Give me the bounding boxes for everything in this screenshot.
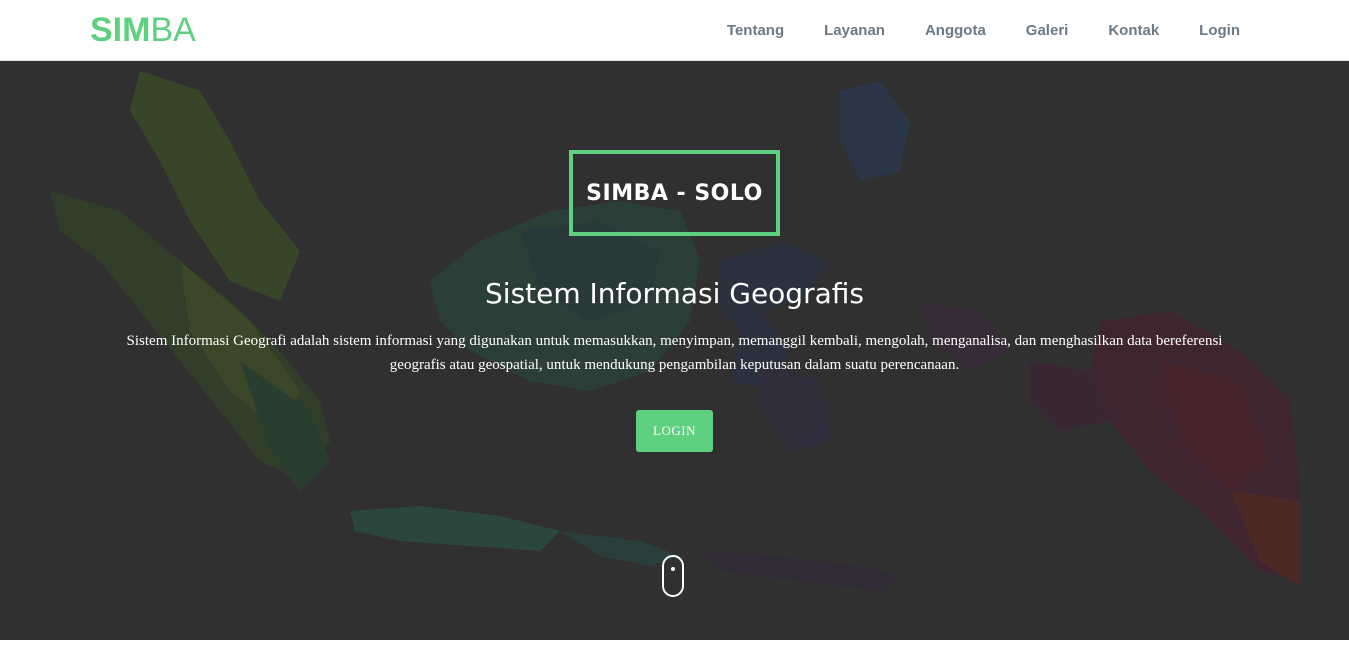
hero-section: SIMBA - SOLO Sistem Informasi Geografis … [0,61,1349,640]
mouse-scroll-icon[interactable] [662,555,684,597]
nav-item-kontak[interactable]: Kontak [1108,22,1159,39]
nav-item-galeri[interactable]: Galeri [1026,22,1069,39]
nav-menu: Tentang Layanan Anggota Galeri Kontak Lo… [687,0,1240,61]
hero-description: Sistem Informasi Geografi adalah sistem … [126,333,1223,373]
nav-item-layanan[interactable]: Layanan [824,22,885,39]
hero-login-button[interactable]: LOGIN [636,410,713,452]
brand-part-1: SIM [90,11,151,49]
hero-heading: Sistem Informasi Geografis [485,277,864,310]
mouse-wheel-dot [671,567,675,571]
hero-title-box: SIMBA - SOLO [569,150,780,236]
brand-part-2: BA [150,11,196,49]
nav-item-login[interactable]: Login [1199,22,1240,39]
nav-item-tentang[interactable]: Tentang [727,22,784,39]
nav-item-anggota[interactable]: Anggota [925,22,986,39]
brand-logo[interactable]: SIMBA [90,10,196,50]
navbar: SIMBA Tentang Layanan Anggota Galeri Kon… [0,0,1349,61]
